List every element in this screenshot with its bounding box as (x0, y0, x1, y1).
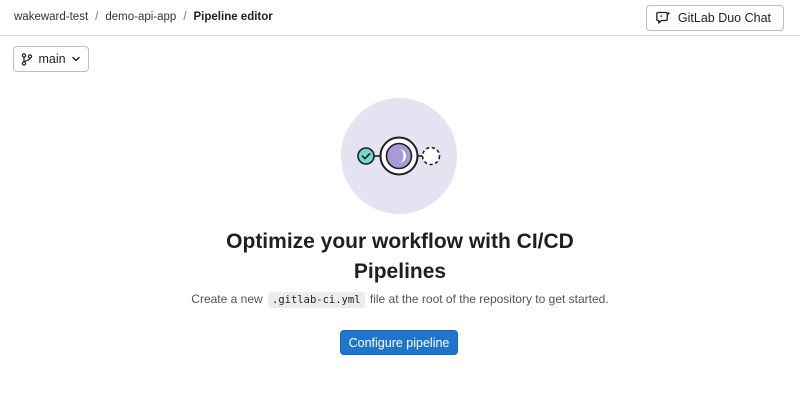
ci-file-name: .gitlab-ci.yml (268, 292, 365, 308)
breadcrumb-link-project[interactable]: demo-api-app (105, 11, 176, 23)
empty-state-title: Optimize your workflow with CI/CD Pipeli… (226, 230, 574, 283)
breadcrumb-current-page: Pipeline editor (193, 11, 273, 23)
empty-state-description: Create a new .gitlab-ci.yml file at the … (150, 292, 650, 308)
top-bar: wakeward-test / demo-api-app / Pipeline … (0, 0, 800, 36)
configure-pipeline-button[interactable]: Configure pipeline (340, 330, 458, 355)
branch-icon (21, 52, 33, 66)
breadcrumb-link-group[interactable]: wakeward-test (14, 11, 88, 23)
duo-chat-button[interactable]: GitLab Duo Chat (645, 5, 784, 31)
branch-name: main (38, 52, 66, 66)
description-prefix: Create a new (191, 292, 263, 306)
breadcrumb: wakeward-test / demo-api-app / Pipeline … (14, 11, 273, 23)
duo-chat-label: GitLab Duo Chat (677, 11, 771, 25)
pipeline-illustration (341, 98, 457, 214)
branch-selector-dropdown[interactable]: main (13, 46, 89, 72)
breadcrumb-separator: / (95, 11, 99, 23)
duo-chat-icon (656, 11, 671, 25)
breadcrumb-separator: / (183, 11, 187, 23)
chevron-down-icon (71, 54, 81, 64)
description-suffix: file at the root of the repository to ge… (369, 292, 609, 306)
